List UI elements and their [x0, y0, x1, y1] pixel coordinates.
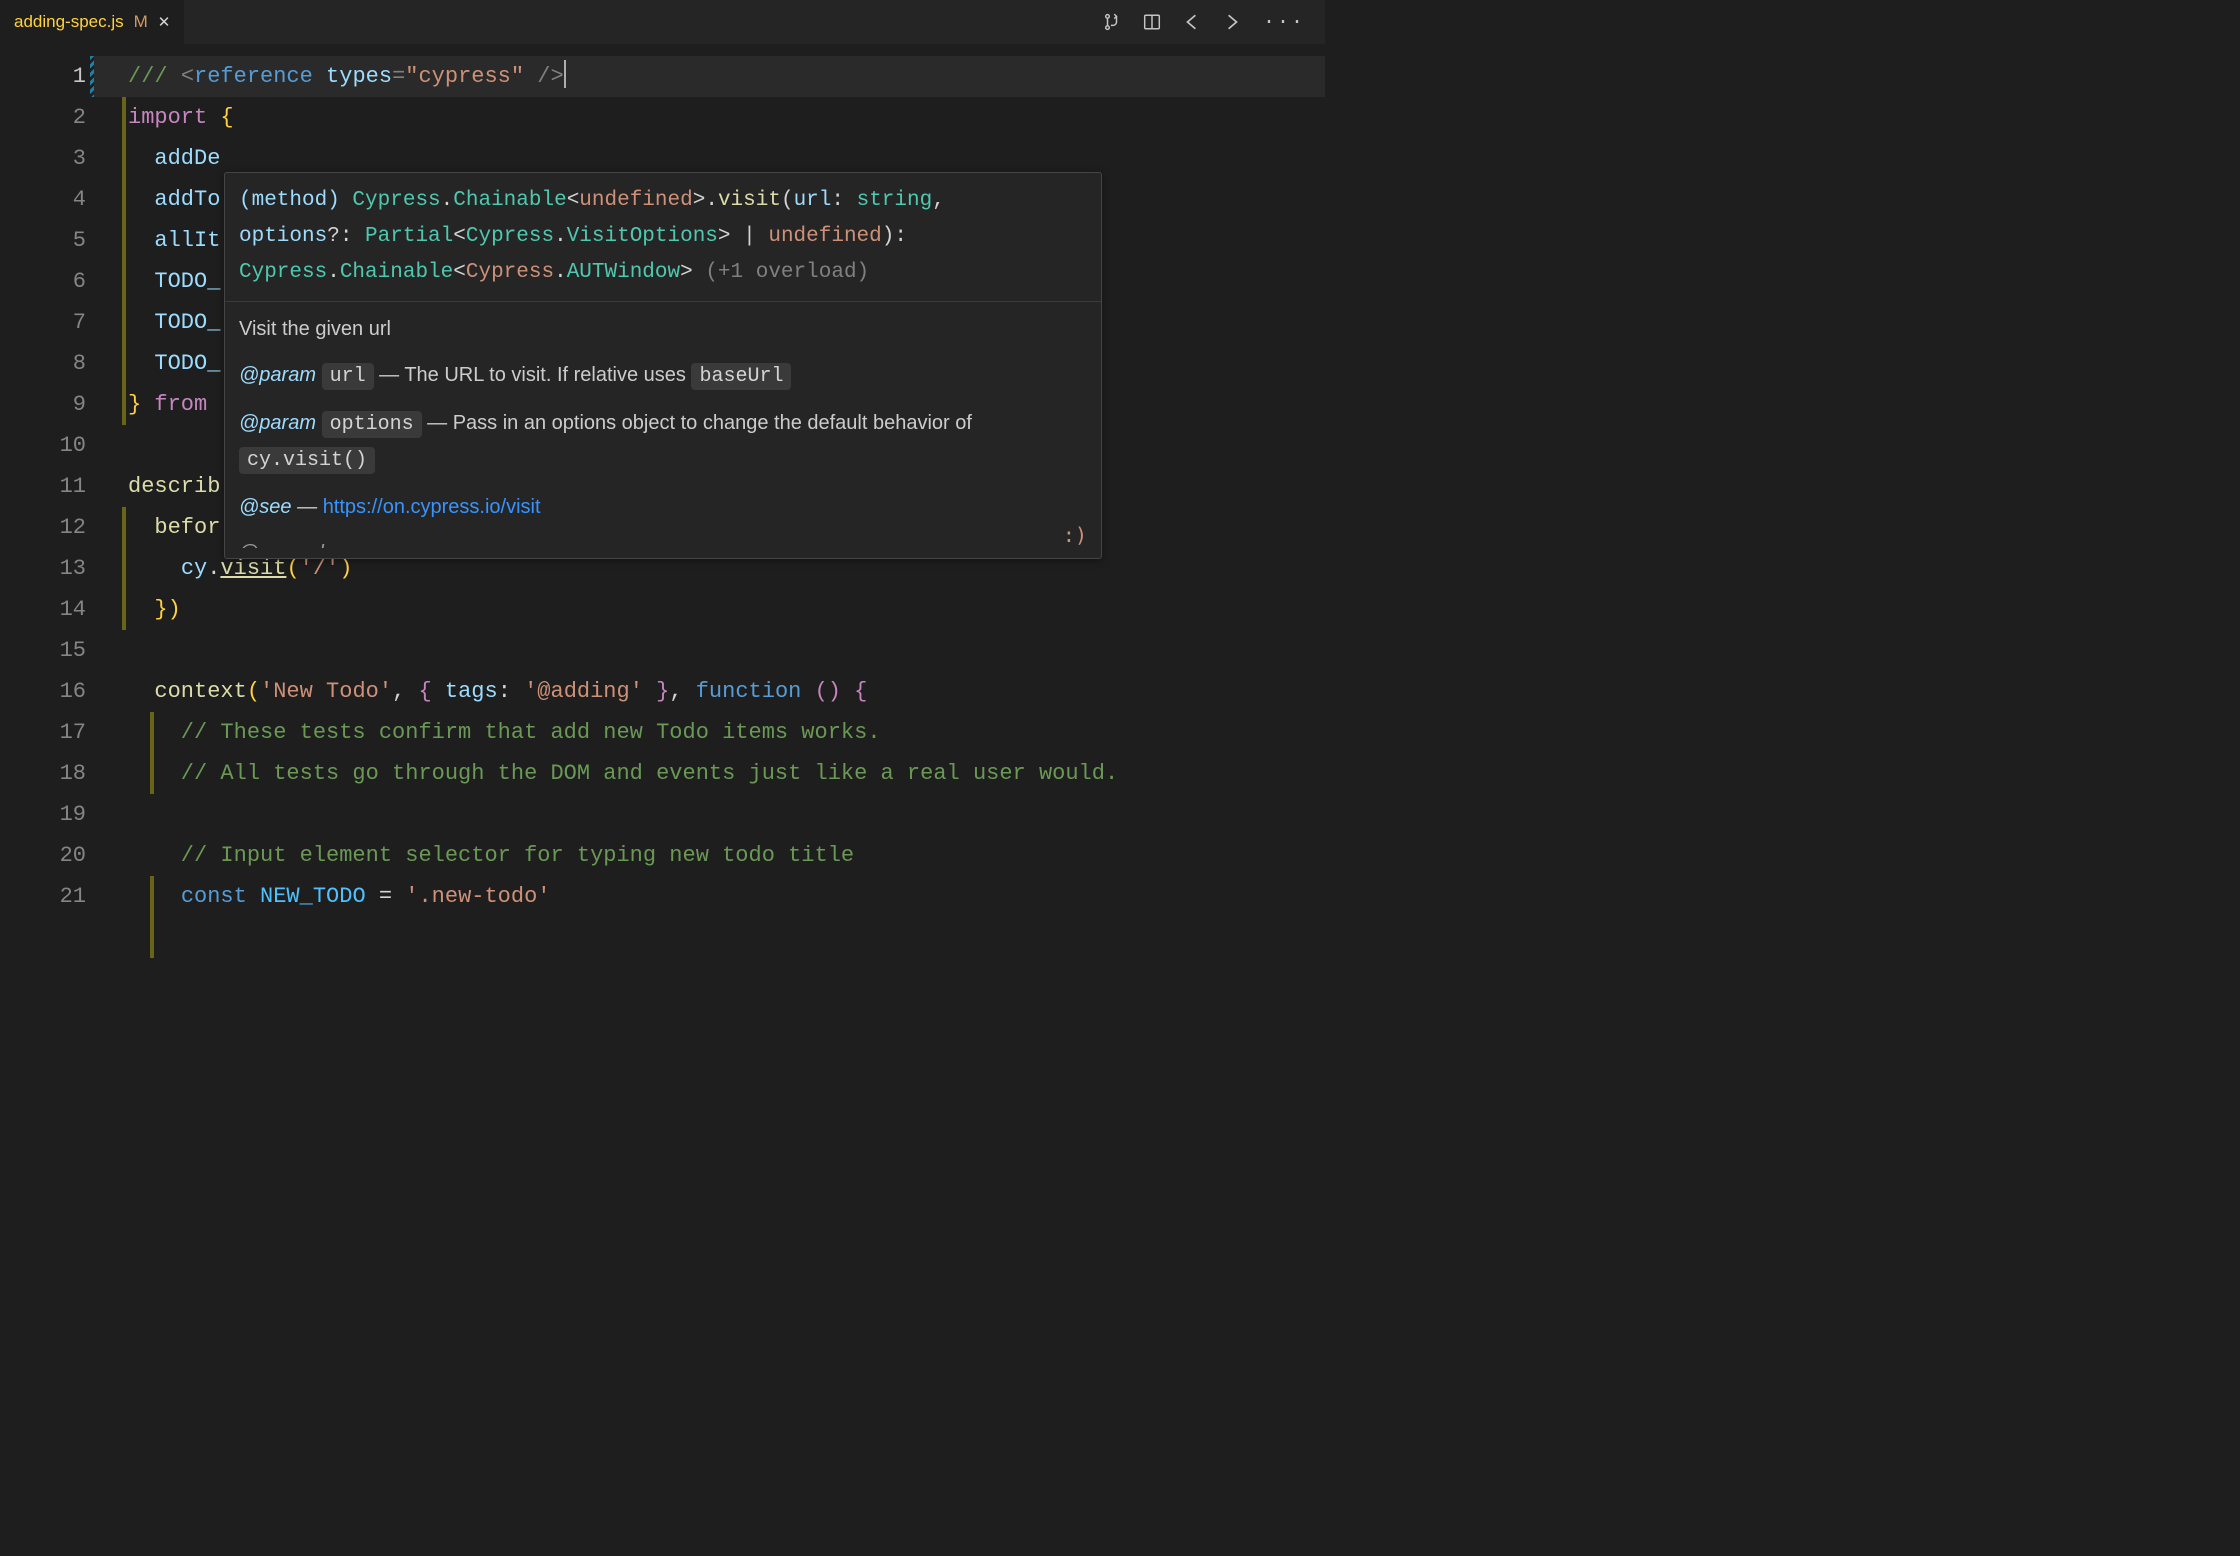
code-line: context('New Todo', { tags: '@adding' },…: [128, 671, 1325, 712]
line-number: 5: [0, 220, 86, 261]
code-line: // All tests go through the DOM and even…: [128, 753, 1325, 794]
editor-toolbar: ···: [1103, 11, 1315, 34]
modified-indicator: M: [134, 12, 148, 32]
line-number: 8: [0, 343, 86, 384]
code-line: [128, 630, 1325, 671]
line-number: 1: [0, 56, 86, 97]
line-number: 16: [0, 671, 86, 712]
line-number: 21: [0, 876, 86, 917]
cursor: [564, 60, 566, 88]
line-number: 14: [0, 589, 86, 630]
line-number: 20: [0, 835, 86, 876]
line-number: 18: [0, 753, 86, 794]
line-number: 7: [0, 302, 86, 343]
nav-forward-icon[interactable]: [1223, 13, 1241, 31]
line-number: 6: [0, 261, 86, 302]
git-decoration: [122, 97, 126, 425]
code-line: }): [128, 589, 1325, 630]
line-number: 4: [0, 179, 86, 220]
editor-area[interactable]: 1 2 3 4 5 6 7 8 9 10 11 12 13 14 15 16 1…: [0, 44, 1325, 918]
line-number: 11: [0, 466, 86, 507]
code-line: // Input element selector for typing new…: [128, 835, 1325, 876]
line-number: 15: [0, 630, 86, 671]
line-number: 3: [0, 138, 86, 179]
line-number: 9: [0, 384, 86, 425]
line-number: 10: [0, 425, 86, 466]
line-number: 13: [0, 548, 86, 589]
tab-filename: adding-spec.js: [14, 12, 124, 32]
code-line: /// <reference types="cypress" />: [128, 56, 1325, 97]
hover-signature: (method) Cypress.Chainable<undefined>.vi…: [225, 173, 1101, 302]
nav-back-icon[interactable]: [1183, 13, 1201, 31]
doc-link[interactable]: https://on.cypress.io/visit: [323, 496, 541, 518]
code-line: const NEW_TODO = '.new-todo': [128, 876, 1325, 917]
split-editor-icon[interactable]: [1143, 13, 1161, 31]
line-number: 17: [0, 712, 86, 753]
line-number: 2: [0, 97, 86, 138]
more-actions-icon[interactable]: ···: [1263, 11, 1305, 34]
code-line: [128, 794, 1325, 835]
tab-group: adding-spec.js M ✕: [0, 0, 184, 44]
editor-tab[interactable]: adding-spec.js M ✕: [0, 0, 184, 44]
line-number: 12: [0, 507, 86, 548]
close-icon[interactable]: ✕: [158, 13, 171, 31]
line-gutter: 1 2 3 4 5 6 7 8 9 10 11 12 13 14 15 16 1…: [0, 44, 94, 918]
code-line: // These tests confirm that add new Todo…: [128, 712, 1325, 753]
compare-changes-icon[interactable]: [1103, 13, 1121, 31]
code-line: import {: [128, 97, 1325, 138]
bracket-pair-icon: :): [1063, 518, 1087, 552]
line-number: 19: [0, 794, 86, 835]
intellisense-hover[interactable]: (method) Cypress.Chainable<undefined>.vi…: [224, 172, 1102, 559]
git-decoration: [122, 507, 126, 630]
tab-bar: adding-spec.js M ✕ ···: [0, 0, 1325, 44]
hover-documentation: Visit the given url @param url — The URL…: [225, 302, 1101, 558]
